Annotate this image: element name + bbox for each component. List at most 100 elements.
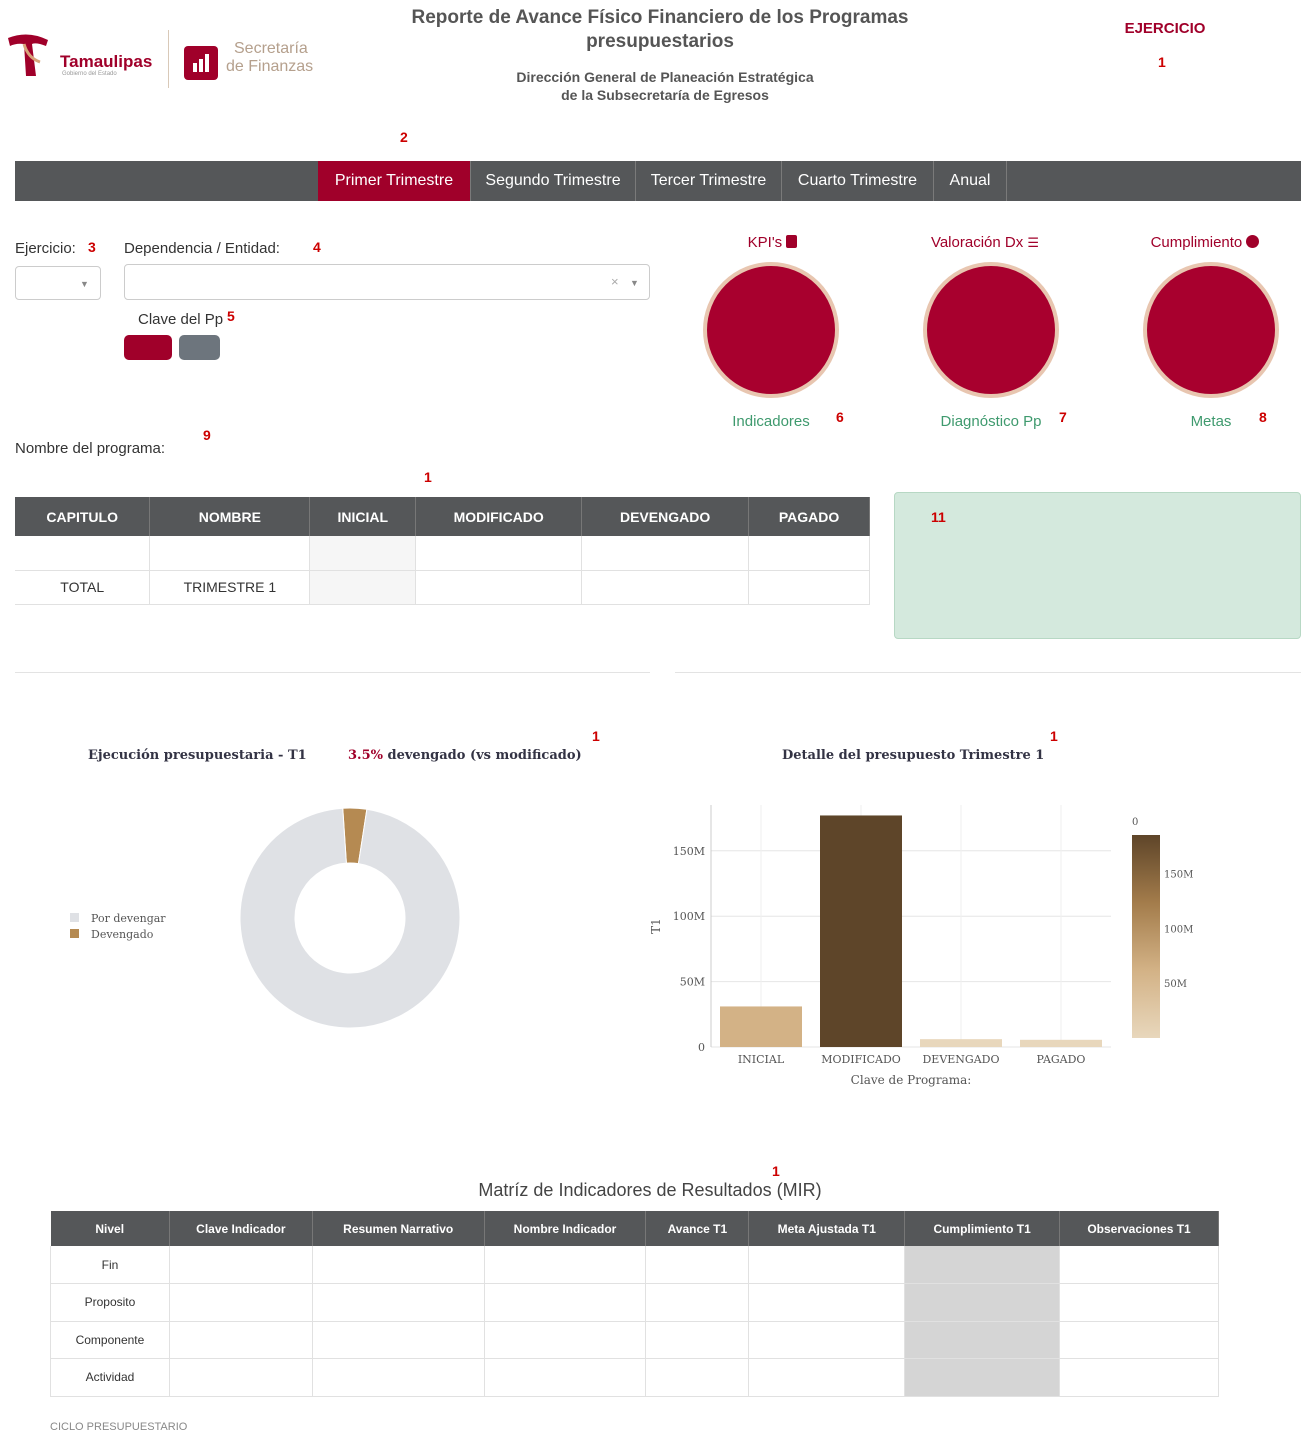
col-meta-ajustada[interactable]: Meta Ajustada T1 bbox=[748, 1211, 906, 1246]
dependencia-select[interactable]: × ▼ bbox=[124, 264, 650, 300]
clipboard-check-icon bbox=[786, 235, 798, 248]
legend-item-por-devengar[interactable]: Por devengar bbox=[70, 912, 166, 928]
ciclo-footer: CICLO PRESUPUESTARIO bbox=[50, 1421, 188, 1433]
col-devengado[interactable]: DEVENGADO bbox=[581, 497, 750, 536]
colorbar bbox=[1132, 835, 1160, 1038]
col-observaciones[interactable]: Observaciones T1 bbox=[1059, 1211, 1219, 1246]
annotation-marker: 9 bbox=[203, 427, 211, 443]
page-subtitle: Dirección General de Planeación Estratég… bbox=[516, 69, 814, 103]
mir-table: Nivel Clave Indicador Resumen Narrativo … bbox=[50, 1211, 1219, 1397]
total-label: TOTAL bbox=[15, 570, 151, 605]
ejercicio-select[interactable]: ▼ bbox=[15, 266, 101, 300]
clave-pp-primary-button[interactable] bbox=[124, 335, 172, 360]
mir-title: Matríz de Indicadores de Resultados (MIR… bbox=[478, 1180, 822, 1200]
kpi-valoracion-circle[interactable] bbox=[923, 262, 1059, 398]
kpi-cumplimiento-heading: Cumplimiento bbox=[1130, 234, 1280, 251]
col-resumen-narrativo[interactable]: Resumen Narrativo bbox=[312, 1211, 485, 1246]
x-tick-label: MODIFICADO bbox=[821, 1053, 901, 1066]
y-tick-label: 50M bbox=[680, 976, 705, 989]
x-tick-label: INICIAL bbox=[738, 1053, 785, 1066]
tab-primer-trimestre[interactable]: Primer Trimestre bbox=[318, 161, 471, 201]
bar-pagado[interactable] bbox=[1020, 1039, 1102, 1047]
kpi-diagnostico-label[interactable]: Diagnóstico Pp bbox=[925, 413, 1057, 430]
nivel-cell: Componente bbox=[50, 1321, 170, 1359]
donut-chart-subtitle: 3.5% devengado (vs modificado) bbox=[348, 748, 582, 763]
donut-legend: Por devengar Devengado bbox=[70, 912, 166, 944]
program-info-panel: 11 bbox=[894, 492, 1301, 639]
bar-chart: 0 50M 100M 150M INICIAL MODIFICADO DEVENGADO PA… bbox=[649, 805, 1193, 1087]
total-period: TRIMESTRE 1 bbox=[149, 570, 311, 605]
kpi-cumplimiento-circle[interactable] bbox=[1143, 262, 1279, 398]
donut-chart-title: Ejecución presupuestaria - T1 bbox=[88, 748, 307, 763]
nivel-cell: Proposito bbox=[50, 1283, 170, 1322]
col-modificado[interactable]: MODIFICADO bbox=[415, 497, 583, 536]
y-tick-label: 150M bbox=[673, 845, 705, 858]
bar-chart-icon bbox=[184, 46, 218, 80]
clave-pp-secondary-button[interactable] bbox=[179, 335, 220, 360]
quarter-tab-bar: Primer Trimestre Segundo Trimestre Terce… bbox=[15, 161, 1301, 201]
tamaulipas-mark-icon bbox=[8, 34, 48, 76]
colorbar-tick-label: 50M bbox=[1164, 979, 1187, 990]
ejercicio-heading: EJERCICIO bbox=[1124, 20, 1206, 37]
annotation-marker: 1 bbox=[1158, 54, 1166, 70]
colorbar-tick-label: 150M bbox=[1164, 869, 1193, 880]
tab-cuarto-trimestre[interactable]: Cuarto Trimestre bbox=[782, 161, 934, 201]
y-axis-title: T1 bbox=[649, 918, 663, 934]
kpi-metas-label[interactable]: Metas bbox=[1168, 413, 1254, 430]
tamaulipas-wordmark: Tamaulipas bbox=[60, 52, 153, 71]
y-tick-label: 100M bbox=[673, 910, 705, 923]
kpi-valoracion-heading: Valoración Dx ☰ bbox=[930, 234, 1040, 251]
col-nombre[interactable]: NOMBRE bbox=[149, 497, 311, 536]
col-pagado[interactable]: PAGADO bbox=[748, 497, 870, 536]
logo-divider bbox=[168, 30, 169, 88]
tamaulipas-subtext: Gobierno del Estado bbox=[62, 71, 117, 77]
annotation-marker: 6 bbox=[836, 409, 844, 425]
nombre-programa-label: Nombre del programa: bbox=[15, 440, 166, 457]
x-tick-label: DEVENGADO bbox=[922, 1053, 999, 1066]
table-row: Actividad bbox=[50, 1358, 1219, 1397]
colorbar-tick-label: 0 bbox=[1132, 817, 1138, 828]
col-nombre-indicador[interactable]: Nombre Indicador bbox=[484, 1211, 647, 1246]
annotation-marker: 8 bbox=[1259, 409, 1267, 425]
col-avance[interactable]: Avance T1 bbox=[645, 1211, 750, 1246]
col-cumplimiento[interactable]: Cumplimiento T1 bbox=[904, 1211, 1061, 1246]
col-nivel[interactable]: Nivel bbox=[50, 1211, 170, 1246]
table-row: Componente bbox=[50, 1321, 1219, 1359]
devengado-percent: 3.5% bbox=[348, 748, 383, 763]
dependencia-label: Dependencia / Entidad: bbox=[124, 240, 280, 257]
ejercicio-label: Ejercicio: bbox=[15, 240, 76, 257]
donut-chart bbox=[239, 807, 461, 1029]
annotation-marker: 1 bbox=[1050, 728, 1058, 744]
table-row: Fin bbox=[50, 1246, 1219, 1284]
legend-swatch bbox=[70, 929, 79, 938]
bar-devengado[interactable] bbox=[920, 1039, 1002, 1047]
nivel-cell: Actividad bbox=[50, 1358, 170, 1397]
mir-header-row: Nivel Clave Indicador Resumen Narrativo … bbox=[50, 1211, 1219, 1246]
col-clave-indicador[interactable]: Clave Indicador bbox=[169, 1211, 313, 1246]
table-row bbox=[15, 536, 870, 571]
kpi-indicadores-circle[interactable] bbox=[703, 262, 839, 398]
finanzas-line2: de Finanzas bbox=[226, 58, 314, 75]
bar-modificado[interactable] bbox=[820, 815, 902, 1047]
clear-icon[interactable]: × bbox=[611, 274, 619, 289]
col-inicial[interactable]: INICIAL bbox=[309, 497, 417, 536]
tab-segundo-trimestre[interactable]: Segundo Trimestre bbox=[471, 161, 636, 201]
annotation-marker: 3 bbox=[88, 239, 96, 255]
kpi-indicadores-label[interactable]: Indicadores bbox=[715, 413, 827, 430]
annotation-marker: 7 bbox=[1059, 409, 1067, 425]
bar-chart-title: Detalle del presupuesto Trimestre 1 bbox=[782, 748, 1045, 763]
colorbar-tick-label: 100M bbox=[1164, 924, 1193, 935]
tab-anual[interactable]: Anual bbox=[934, 161, 1007, 201]
annotation-marker: 4 bbox=[313, 239, 321, 255]
legend-item-devengado[interactable]: Devengado bbox=[70, 928, 166, 944]
col-capitulo[interactable]: CAPITULO bbox=[15, 497, 151, 536]
tab-tercer-trimestre[interactable]: Tercer Trimestre bbox=[636, 161, 782, 201]
annotation-marker: 5 bbox=[227, 308, 235, 324]
kpi-indicadores-heading: KPI's bbox=[700, 234, 845, 251]
clave-pp-label: Clave del Pp bbox=[138, 311, 224, 328]
annotation-marker: 1 bbox=[772, 1163, 780, 1179]
finanzas-line1: Secretaría bbox=[234, 40, 308, 57]
bar-inicial[interactable] bbox=[720, 1006, 802, 1047]
gauge-icon bbox=[1246, 235, 1260, 248]
tamaulipas-logo: Tamaulipas Gobierno del Estado bbox=[6, 30, 156, 77]
